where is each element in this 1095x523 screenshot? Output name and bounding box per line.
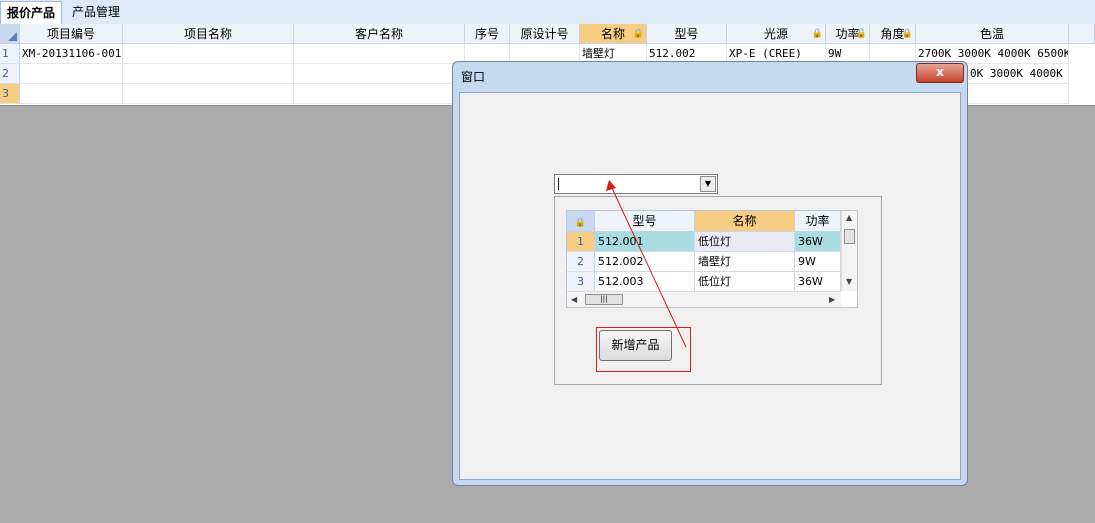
annotation-overlay [606, 180, 687, 348]
annotation-arrowhead [606, 180, 616, 191]
annotation-arrow-line [610, 185, 687, 348]
